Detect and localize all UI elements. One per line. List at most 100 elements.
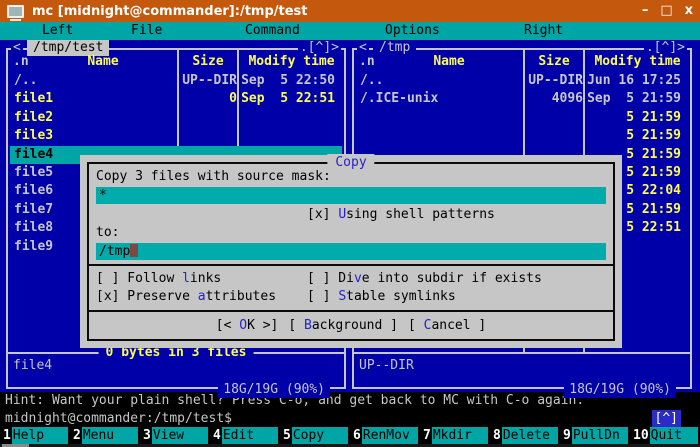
sort-indicator[interactable]: .n: [13, 53, 29, 71]
file-row[interactable]: /..UP--DIRJun 16 17:25: [356, 72, 688, 90]
checkbox-dive-into-subdir-if-exists[interactable]: [ ] Dive into subdir if exists: [307, 270, 606, 288]
dialog-title: Copy: [327, 154, 374, 171]
fkey-number: 10: [632, 427, 650, 444]
fkey-mkdir[interactable]: 7Mkdir: [422, 427, 488, 444]
cell-time: [241, 127, 342, 145]
fkey-label: Mkdir: [432, 427, 488, 444]
file-row[interactable]: file10Sep 5 22:51: [10, 90, 342, 108]
file-row[interactable]: 5 21:59: [356, 127, 688, 145]
copy-dialog: Copy Copy 3 files with source mask: * [x…: [80, 155, 622, 348]
fkey-pulldn[interactable]: 9PullDn: [562, 427, 628, 444]
fkey-label: Menu: [82, 427, 138, 444]
cell-time: 5 21:59: [587, 109, 688, 127]
column-header-name[interactable]: Name: [374, 53, 524, 71]
hotkey-letter: B: [304, 318, 312, 333]
hotkey-letter: S: [338, 289, 346, 304]
window-title: mc [midnight@commander]:/tmp/test: [32, 4, 308, 19]
hotkey-letter: U: [338, 207, 346, 222]
checkbox-preserve-attributes[interactable]: [x] Preserve attributes: [96, 288, 307, 306]
file-row[interactable]: /..UP--DIRSep 5 22:50: [10, 72, 342, 90]
menu-bar: Left File Command Options Right: [0, 22, 700, 40]
cell-size: 0: [181, 90, 241, 108]
hotkey-letter: O: [239, 318, 247, 333]
cell-size: UP--DIR: [181, 72, 241, 90]
menu-item-command[interactable]: Command: [245, 22, 300, 40]
checkbox-follow-links[interactable]: [ ] Follow links: [96, 270, 307, 288]
cell-time: [241, 109, 342, 127]
background-button[interactable]: [ Background ]: [288, 318, 398, 333]
ok-button[interactable]: [< OK >]: [216, 318, 279, 333]
fkey-renmov[interactable]: 6RenMov: [352, 427, 418, 444]
fkey-label: RenMov: [362, 427, 418, 444]
fkey-label: Edit: [222, 427, 278, 444]
hotkey-letter: v: [354, 271, 362, 286]
cell-name: file2: [10, 109, 181, 127]
fkey-quit[interactable]: 10Quit: [632, 427, 698, 444]
column-header-modify-time[interactable]: Modify time: [239, 53, 344, 71]
fkey-number: 5: [282, 427, 292, 444]
maximize-button[interactable]: □: [660, 1, 672, 21]
copy-dialog-frame: Copy Copy 3 files with source mask: * [x…: [87, 162, 615, 341]
close-button[interactable]: x: [685, 1, 693, 21]
fkey-edit[interactable]: 4Edit: [212, 427, 278, 444]
column-header-modify-time[interactable]: Modify time: [585, 53, 690, 71]
terminal-icon: [7, 5, 24, 18]
file-row[interactable]: 5 21:59: [356, 109, 688, 127]
fkey-menu[interactable]: 2Menu: [72, 427, 138, 444]
window-controls: – □ x: [642, 1, 693, 21]
minimize-button[interactable]: –: [642, 1, 649, 21]
column-header-size[interactable]: Size: [179, 53, 237, 71]
fkey-help[interactable]: 1Help: [2, 427, 68, 444]
cell-size: [527, 127, 587, 145]
shell-patterns-checkbox[interactable]: [x] Using shell patterns: [96, 206, 606, 224]
stats-separator: [354, 352, 690, 354]
fkey-number: 2: [72, 427, 82, 444]
fkey-label: PullDn: [572, 427, 628, 444]
disk-usage: 18G/19G (90%): [564, 382, 676, 398]
fkey-delete[interactable]: 8Delete: [492, 427, 558, 444]
cell-size: 4096: [527, 90, 587, 108]
file-row[interactable]: file2: [10, 109, 342, 127]
dialog-separator: [89, 310, 613, 312]
cell-name: file1: [10, 90, 181, 108]
file-row[interactable]: /.ICE-unix4096Sep 5 21:59: [356, 90, 688, 108]
fkey-label: View: [152, 427, 208, 444]
checkbox-stable-symlinks[interactable]: [ ] Stable symlinks: [307, 288, 606, 306]
destination-input[interactable]: /tmp: [96, 243, 606, 260]
cancel-button[interactable]: [ Cancel ]: [408, 318, 486, 333]
text-cursor: [130, 244, 138, 257]
fkey-label: Help: [12, 427, 68, 444]
fkey-number: 8: [492, 427, 502, 444]
fkey-view[interactable]: 3View: [142, 427, 208, 444]
cell-size: [181, 109, 241, 127]
copy-options: [ ] Follow links[ ] Dive into subdir if …: [96, 270, 606, 306]
cell-time: Sep 5 22:50: [241, 72, 342, 90]
menu-item-options[interactable]: Options: [385, 22, 440, 40]
menu-item-left[interactable]: Left: [42, 22, 73, 40]
cell-name: [356, 109, 527, 127]
sort-indicator[interactable]: .n: [359, 53, 375, 71]
history-badge[interactable]: [^]: [652, 410, 681, 427]
file-row[interactable]: file3: [10, 127, 342, 145]
menu-item-right[interactable]: Right: [524, 22, 563, 40]
fkey-number: 7: [422, 427, 432, 444]
hotkey-letter: C: [424, 318, 432, 333]
cell-time: 5 21:59: [587, 127, 688, 145]
mini-status: UP--DIR: [359, 357, 414, 375]
source-mask-input[interactable]: *: [96, 187, 606, 204]
mini-status: file4: [13, 357, 52, 375]
cell-name: /..: [356, 72, 527, 90]
hotkey-letter: a: [198, 289, 206, 304]
fkey-number: 1: [2, 427, 12, 444]
fkey-copy[interactable]: 5Copy: [282, 427, 348, 444]
source-mask-value: *: [99, 188, 107, 203]
cell-time: Sep 5 22:51: [241, 90, 342, 108]
column-header-name[interactable]: Name: [28, 53, 178, 71]
column-header-size[interactable]: Size: [525, 53, 583, 71]
fkey-number: 6: [352, 427, 362, 444]
menu-item-file[interactable]: File: [131, 22, 162, 40]
panel-area: < /tmp/test .[^]> .n Name Size Modify ti…: [0, 40, 700, 392]
cell-size: [181, 127, 241, 145]
hotkey-letter: l: [182, 271, 190, 286]
shell-prompt[interactable]: midnight@commander:/tmp/test$: [5, 410, 232, 428]
